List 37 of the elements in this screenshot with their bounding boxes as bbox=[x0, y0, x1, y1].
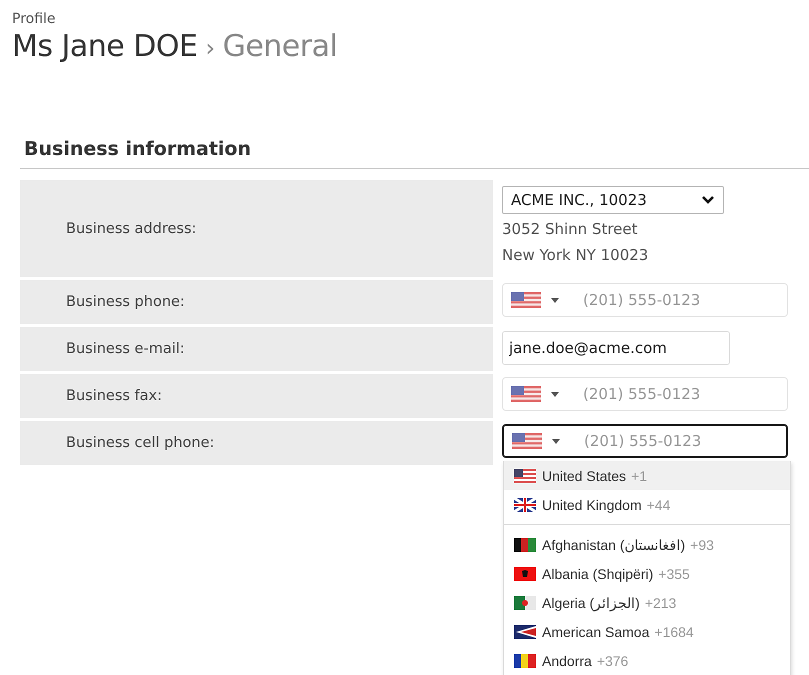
country-option[interactable]: American Samoa +1684 bbox=[504, 617, 790, 646]
flag-icon bbox=[514, 498, 536, 512]
flag-icon[interactable] bbox=[511, 292, 541, 308]
flag-icon bbox=[514, 538, 536, 552]
section-heading: Business information bbox=[24, 138, 252, 160]
field-label: Business e-mail: bbox=[20, 327, 493, 371]
country-option[interactable]: Albania (Shqipëri) +355 bbox=[504, 559, 790, 588]
phone-number-field[interactable]: (201) 555-0123 bbox=[581, 384, 765, 404]
caret-icon bbox=[552, 438, 560, 444]
country-option[interactable]: Andorra +376 bbox=[504, 646, 790, 675]
phone-number-field[interactable]: (201) 555-0123 bbox=[581, 290, 765, 310]
flag-icon bbox=[514, 596, 536, 610]
caret-icon bbox=[551, 298, 559, 302]
address-line: New York NY 10023 bbox=[502, 245, 650, 266]
address-select[interactable]: ACME INC., 10023 bbox=[502, 186, 724, 214]
field-label: Business cell phone: bbox=[20, 421, 493, 465]
country-option[interactable]: United States +1 bbox=[504, 461, 790, 490]
breadcrumb-separator: › bbox=[205, 34, 215, 62]
flag-icon[interactable] bbox=[512, 433, 542, 449]
email-field[interactable]: jane.doe@acme.com bbox=[502, 331, 730, 365]
flag-icon bbox=[514, 566, 536, 580]
breadcrumb-parent[interactable]: Profile bbox=[12, 11, 56, 27]
phone-number-field[interactable]: (201) 555-0123 bbox=[582, 431, 766, 451]
country-option[interactable]: United Kingdom +44 bbox=[504, 490, 790, 519]
flag-icon[interactable] bbox=[511, 386, 541, 402]
field-label: Business phone: bbox=[20, 280, 493, 324]
field-label: Business fax: bbox=[20, 374, 493, 418]
flag-icon bbox=[514, 654, 536, 668]
flag-icon bbox=[514, 468, 536, 482]
page-title: Ms Jane DOE bbox=[12, 29, 198, 64]
chevron-down-icon bbox=[701, 195, 715, 205]
caret-icon bbox=[551, 392, 559, 396]
phone-field[interactable]: (201) 555-0123 bbox=[502, 424, 788, 458]
field-label: Business address: bbox=[20, 180, 493, 277]
address-line: 3052 Shinn Street bbox=[502, 219, 638, 240]
page-subtitle: General bbox=[222, 29, 338, 64]
flag-icon bbox=[514, 624, 536, 638]
